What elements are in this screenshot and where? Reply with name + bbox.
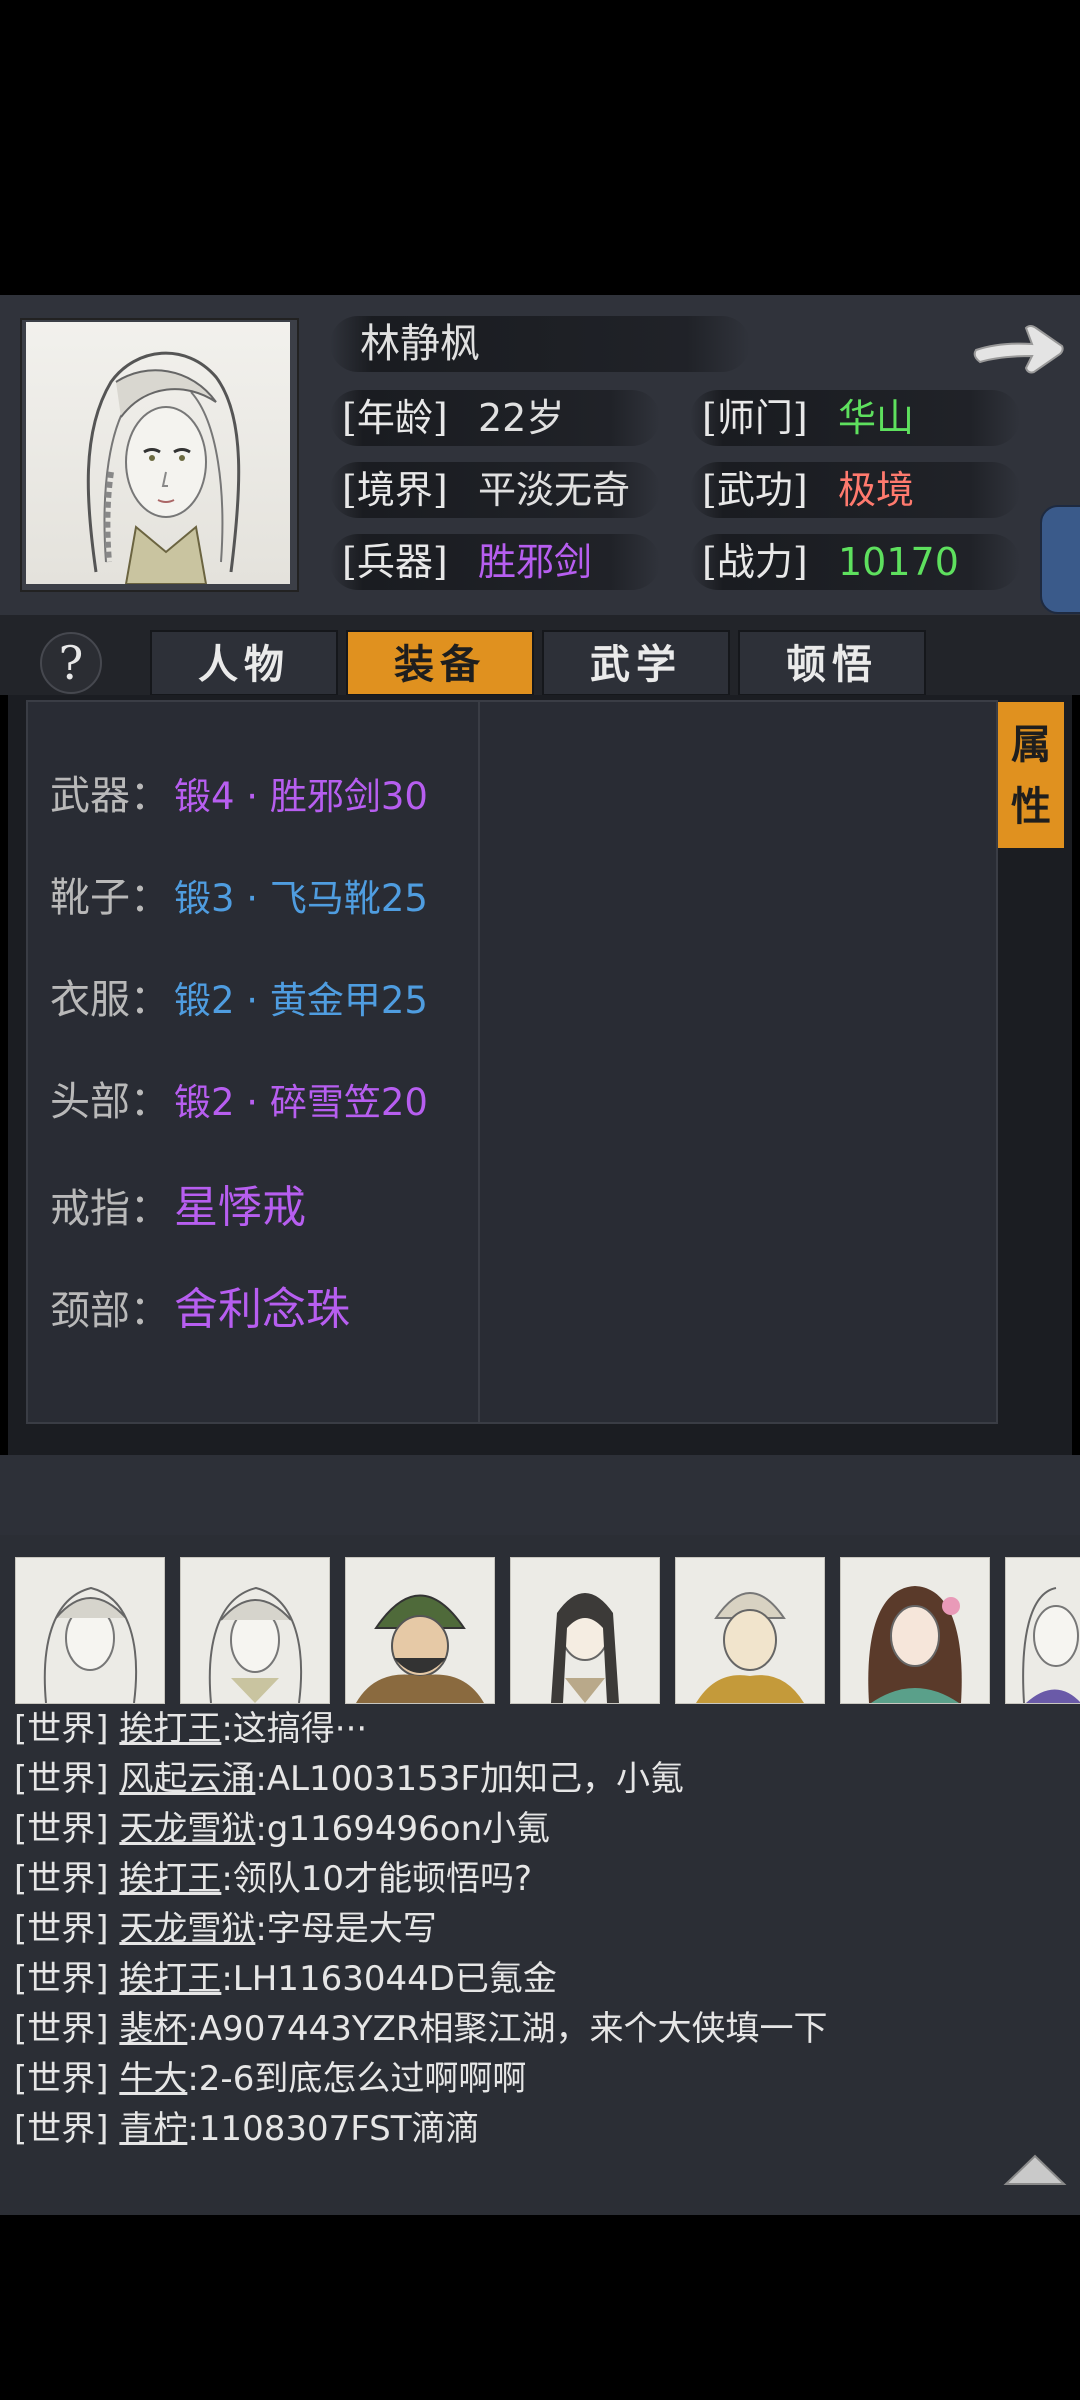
chat-text: :领队10才能顿悟吗?: [221, 1859, 533, 1899]
stat-label-sect: [师门]: [702, 396, 808, 440]
equip-item-name: 锻2 · 黄金甲25: [174, 979, 428, 1022]
chat-channel: [世界]: [14, 2109, 109, 2149]
stat-label-weapon: [兵器]: [342, 540, 448, 584]
stat-label-age: [年龄]: [342, 396, 448, 440]
character-portrait: [26, 322, 290, 585]
chat-username[interactable]: 裴杯: [119, 2009, 187, 2049]
side-tab-char: 性: [1011, 783, 1051, 830]
chat-text: :AL1003153F加知己，小氪: [255, 1759, 684, 1799]
chat-text: :LH1163044D已氪金: [221, 1959, 557, 1999]
equip-row-clothes[interactable]: 衣服： 锻2 · 黄金甲25: [50, 967, 428, 1025]
stat-value-realm: 平淡无奇: [478, 468, 631, 512]
stat-value-power: 10170: [838, 540, 959, 584]
chat-text: :1108307FST滴滴: [187, 2109, 480, 2149]
side-tab-char: 属: [1011, 721, 1051, 768]
chat-channel: [世界]: [14, 1759, 109, 1799]
chat-channel: [世界]: [14, 1859, 109, 1899]
chat-username[interactable]: 天龙雪狱: [119, 1809, 255, 1849]
stat-value-martial: 极境: [838, 468, 915, 512]
equip-item-name: 舍利念珠: [174, 1284, 350, 1335]
party-avatar[interactable]: [180, 1557, 330, 1704]
chat-text: :这搞得···: [221, 1709, 368, 1749]
equip-row-ring[interactable]: 戒指：星悸戒: [50, 1171, 306, 1235]
tab-character[interactable]: 人物: [150, 630, 338, 696]
equip-slot-label: 戒指：: [50, 1186, 170, 1232]
party-avatar[interactable]: [345, 1557, 495, 1704]
right-arrow-icon: [973, 325, 1064, 374]
chat-username[interactable]: 青柠: [119, 2109, 187, 2149]
chat-username[interactable]: 挨打王: [119, 1859, 221, 1899]
party-avatar[interactable]: [1005, 1557, 1080, 1704]
equip-row-weapon[interactable]: 武器： 锻4 · 胜邪剑30: [50, 763, 428, 821]
attributes-side-tab[interactable]: 属 性: [998, 702, 1064, 848]
equip-slot-label: 头部：: [50, 1079, 170, 1125]
equip-item-name: 锻3 · 飞马靴25: [174, 877, 428, 920]
chat-message: [世界] 风起云涌:AL1003153F加知己，小氪: [14, 1755, 684, 1803]
chat-message: [世界] 青柠:1108307FST滴滴: [14, 2105, 480, 2153]
book-icon[interactable]: [1040, 505, 1080, 614]
stat-label-realm: [境界]: [342, 468, 448, 512]
chat-message: [世界] 牛大:2-6到底怎么过啊啊啊: [14, 2055, 526, 2103]
chat-message: [世界] 天龙雪狱:g1169496on小氪: [14, 1805, 550, 1853]
divider-strip: [0, 1455, 1080, 1535]
chat-username[interactable]: 风起云涌: [119, 1759, 255, 1799]
chat-message: [世界] 天龙雪狱:字母是大写: [14, 1905, 437, 1953]
chat-channel: [世界]: [14, 2059, 109, 2099]
chat-username[interactable]: 牛大: [119, 2059, 187, 2099]
equip-item-name: 星悸戒: [174, 1182, 306, 1233]
party-avatar[interactable]: [675, 1557, 825, 1704]
chat-username[interactable]: 挨打王: [119, 1709, 221, 1749]
party-avatar[interactable]: [15, 1557, 165, 1704]
stat-value-weapon: 胜邪剑: [478, 540, 593, 584]
chat-username[interactable]: 天龙雪狱: [119, 1909, 255, 1949]
chat-message: [世界] 挨打王:领队10才能顿悟吗?: [14, 1855, 532, 1903]
party-avatar[interactable]: [840, 1557, 990, 1704]
stat-label-martial: [武功]: [702, 468, 808, 512]
equip-row-boots[interactable]: 靴子： 锻3 · 飞马靴25: [50, 865, 428, 923]
tab-equipment[interactable]: 装备: [346, 630, 534, 696]
chat-text: :g1169496on小氪: [255, 1809, 551, 1849]
chat-channel: [世界]: [14, 1909, 109, 1949]
character-name: 林静枫: [360, 321, 480, 367]
chat-message: [世界] 挨打王:LH1163044D已氪金: [14, 1955, 557, 2003]
chat-channel: [世界]: [14, 1809, 109, 1849]
chat-text: :字母是大写: [255, 1909, 437, 1949]
equip-slot-label: 靴子：: [50, 875, 170, 921]
chat-username[interactable]: 挨打王: [119, 1959, 221, 1999]
chat-message: [世界] 裴杯:A907443YZR相聚江湖，来个大侠填一下: [14, 2005, 828, 2053]
party-avatar[interactable]: [510, 1557, 660, 1704]
equip-row-neck[interactable]: 颈部：舍利念珠: [50, 1273, 350, 1337]
next-character-button[interactable]: [970, 312, 1066, 382]
chat-text: :A907443YZR相聚江湖，来个大侠填一下: [187, 2009, 828, 2049]
tab-enlightenment[interactable]: 顿悟: [738, 630, 926, 696]
chat-message: [世界] 挨打王:这搞得···: [14, 1705, 367, 1753]
equip-row-head[interactable]: 头部： 锻2 · 碎雪笠20: [50, 1069, 428, 1127]
stat-value-sect: 华山: [838, 396, 915, 440]
chat-text: :2-6到底怎么过啊啊啊: [187, 2059, 527, 2099]
chat-channel: [世界]: [14, 1709, 109, 1749]
equip-item-name: 锻4 · 胜邪剑30: [174, 775, 428, 818]
scroll-up-icon[interactable]: [1002, 2150, 1068, 2190]
chat-channel: [世界]: [14, 1959, 109, 1999]
equip-slot-label: 颈部：: [50, 1288, 170, 1334]
equipment-detail-panel: [478, 700, 998, 1424]
chat-channel: [世界]: [14, 2009, 109, 2049]
equip-slot-label: 衣服：: [50, 977, 170, 1023]
help-icon[interactable]: ?: [40, 632, 102, 694]
equip-item-name: 锻2 · 碎雪笠20: [174, 1081, 428, 1124]
tab-martial-arts[interactable]: 武学: [542, 630, 730, 696]
stat-label-power: [战力]: [702, 540, 808, 584]
equip-slot-label: 武器：: [50, 773, 170, 819]
stat-value-age: 22岁: [478, 396, 565, 440]
